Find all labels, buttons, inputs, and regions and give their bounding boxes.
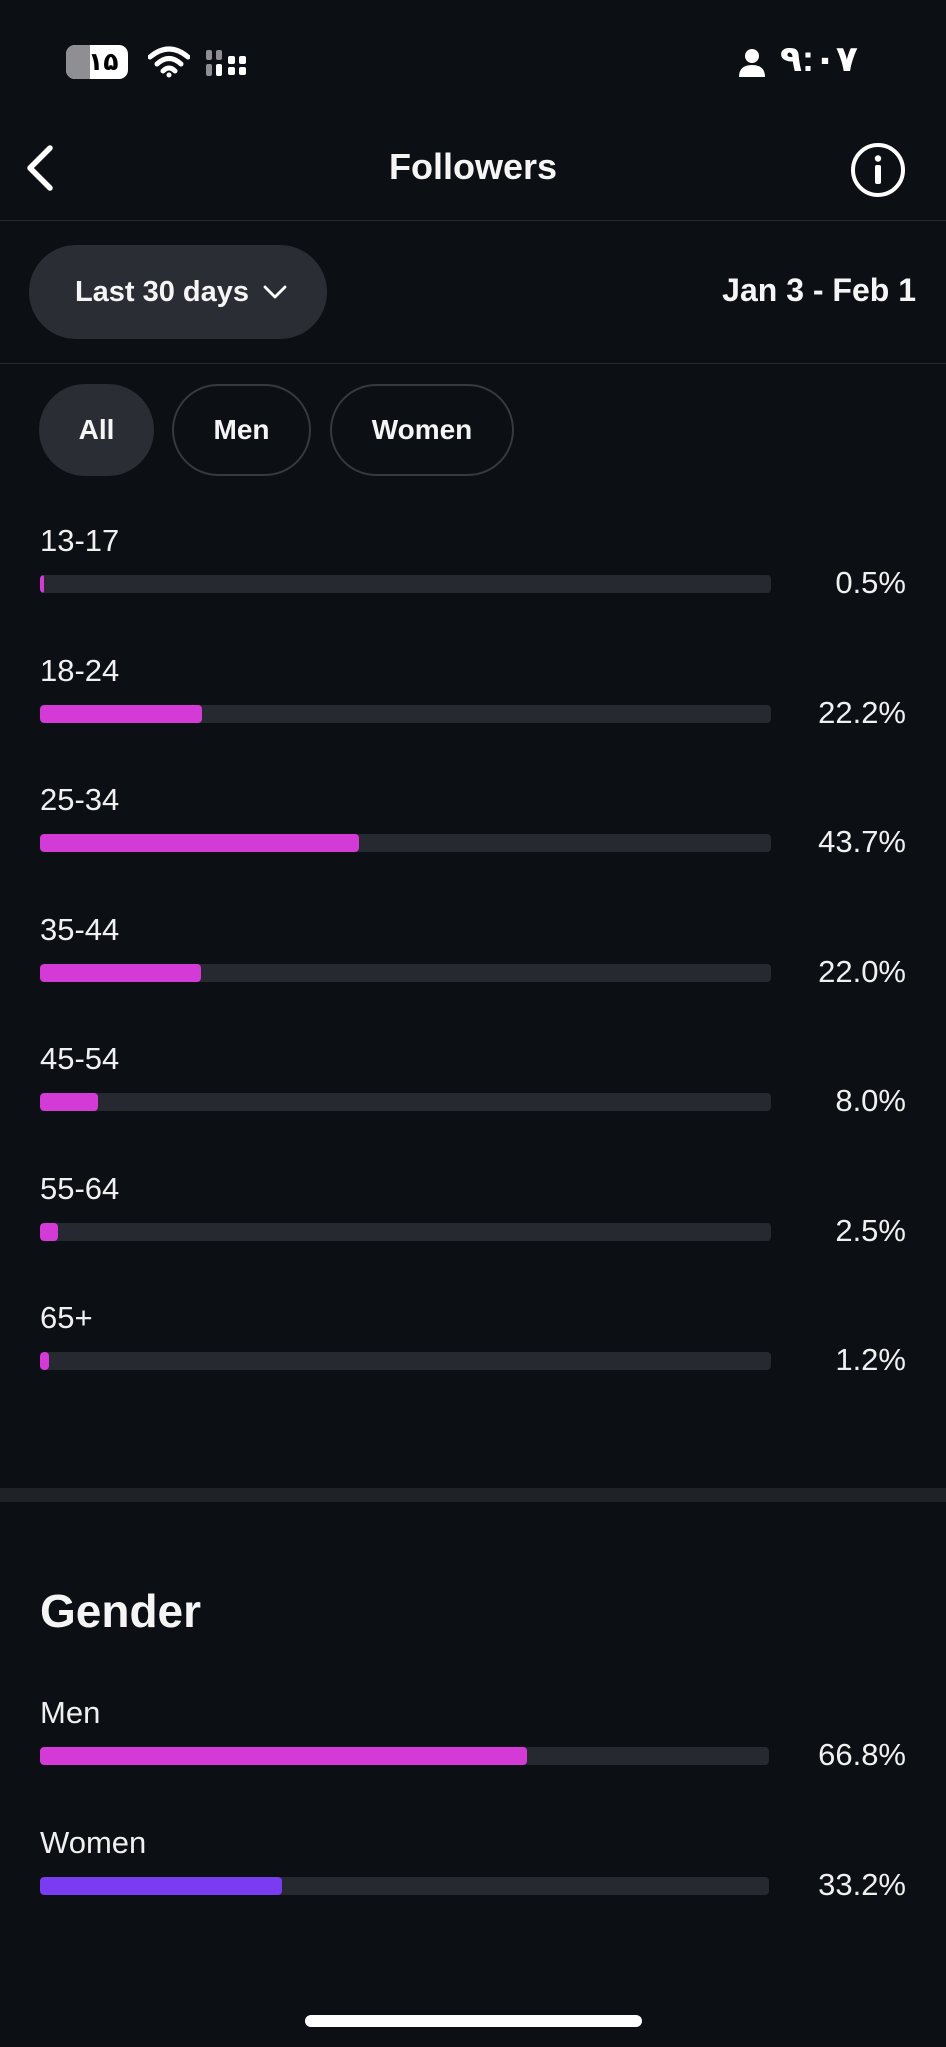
info-icon[interactable] [850,142,906,198]
gender-row-bar [40,1877,283,1895]
gender-row-label: Women [40,1825,147,1860]
gender-row-bar [40,1747,527,1765]
filter-divider [0,363,946,364]
age-row-track [40,704,771,723]
period-dropdown[interactable]: Last 30 days [29,245,327,339]
status-time: ۹:۰۷ [780,38,858,79]
age-row-track [40,1352,771,1370]
age-row-bar [40,1222,59,1241]
chevron-down-icon [263,285,287,299]
age-row-label: 18-24 [40,652,120,688]
gender-row-percentage: 66.8% [818,1737,906,1772]
age-row-percentage: 1.2% [835,1342,906,1377]
gender-row-track [40,1877,769,1895]
date-range: Jan 3 - Feb 1 [722,272,916,308]
age-row-bar [40,963,201,982]
section-separator [0,1488,946,1502]
gender-row-percentage: 33.2% [818,1867,906,1902]
age-row-track [40,963,771,982]
age-row-label: 65+ [40,1300,93,1335]
age-row-label: 13-17 [40,523,120,558]
battery-icon: ۱۵ [66,45,128,79]
gender-section-title: Gender [40,1585,202,1637]
battery-level: ۱۵ [88,47,119,76]
person-icon [739,49,765,77]
age-row-percentage: 22.2% [818,694,906,730]
signal-icon [206,50,246,76]
age-row-percentage: 22.0% [818,953,906,989]
age-row-track [40,834,771,852]
age-row-bar [40,704,203,723]
age-row-label: 35-44 [40,911,120,947]
gender-row-label: Men [40,1695,101,1730]
age-row-percentage: 43.7% [818,824,906,859]
age-row-bar [40,1352,49,1370]
age-row-track [40,575,771,593]
age-row-bar [40,575,44,593]
age-row-track [40,1222,771,1241]
age-row-label: 25-34 [40,782,120,817]
header-divider [0,220,946,221]
age-row-percentage: 8.0% [835,1083,906,1118]
age-row-label: 45-54 [40,1041,120,1076]
wifi-icon [148,46,190,78]
page-title: Followers [388,146,558,187]
period-label: Last 30 days [74,275,250,308]
home-indicator[interactable] [305,2015,642,2027]
age-row-percentage: 0.5% [835,565,906,600]
segment-all[interactable]: All [39,384,154,476]
segment-men[interactable]: Men [172,384,311,476]
age-row-bar [40,834,360,852]
age-row-label: 55-64 [40,1170,120,1206]
gender-row-track [40,1747,769,1765]
age-row-bar [40,1093,99,1111]
age-row-percentage: 2.5% [835,1212,906,1248]
age-row-track [40,1093,771,1111]
segment-women[interactable]: Women [330,384,514,476]
